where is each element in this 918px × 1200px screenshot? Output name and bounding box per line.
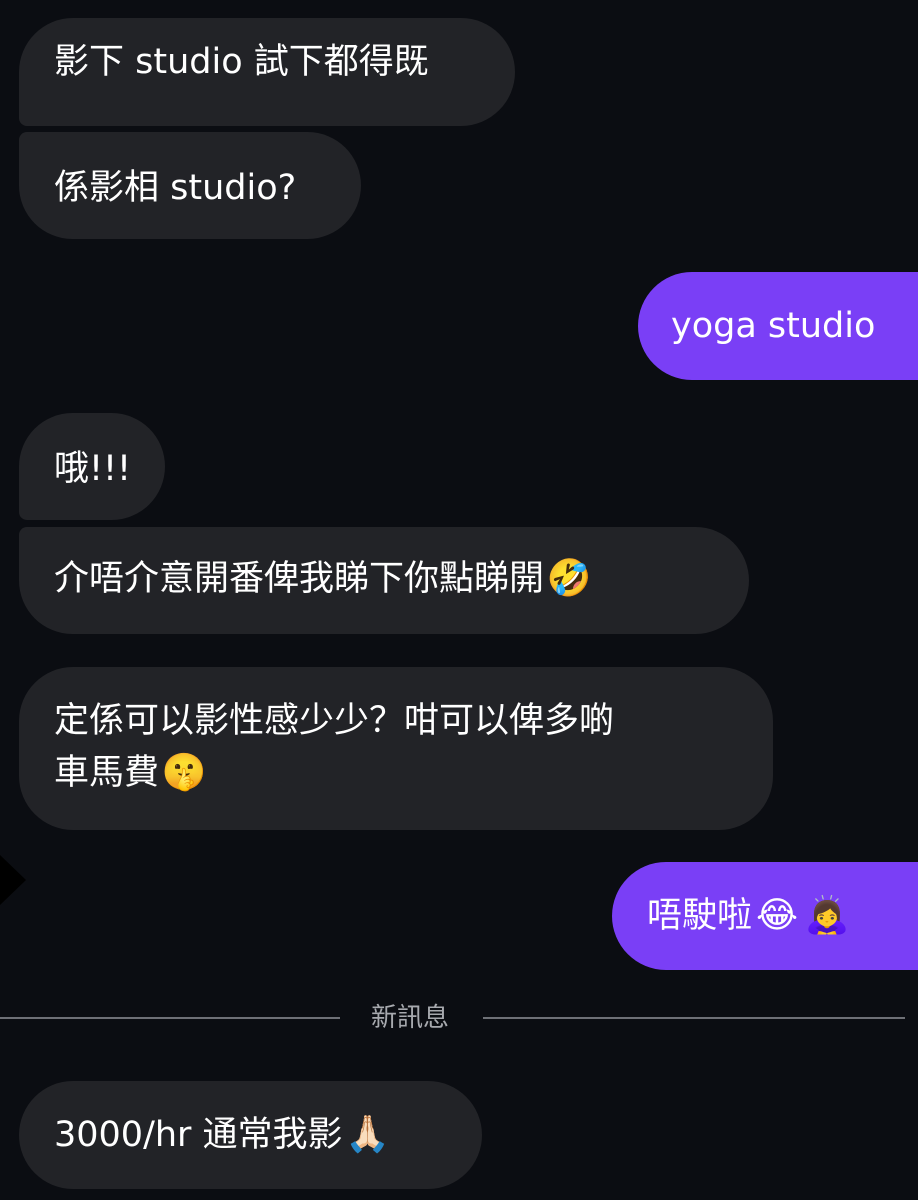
message-text-line: 定係可以影性感少少？咁可以俾多啲 <box>54 701 615 741</box>
tears-of-joy-emoji: 😂 <box>755 895 799 936</box>
message-bubble-incoming[interactable]: 介唔介意開番俾我睇下你點睇開🤣 <box>19 527 749 634</box>
folded-hands-emoji: 🙏🏻 <box>345 1114 390 1155</box>
message-text: 係影相 studio? <box>54 168 297 208</box>
divider-line-right <box>483 1017 905 1019</box>
message-bubble-outgoing[interactable]: 唔駛啦 😂 🙇‍♀️ <box>612 862 918 970</box>
message-bubble-incoming[interactable]: 係影相 studio? <box>19 132 361 239</box>
rofl-emoji: 🤣 <box>546 558 592 599</box>
message-text: 唔駛啦 <box>647 896 753 936</box>
message-bubble-incoming[interactable]: 3000/hr 通常我影🙏🏻 <box>19 1081 482 1189</box>
message-bubble-incoming[interactable]: 影下 studio 試下都得既 <box>19 18 515 126</box>
message-text: yoga studio <box>671 306 876 346</box>
divider-line-left <box>0 1017 340 1019</box>
message-bubble-outgoing[interactable]: yoga studio <box>638 272 918 380</box>
message-text: 3000/hr 通常我影 <box>54 1115 343 1155</box>
message-text-line: 車馬費🤫 <box>54 747 773 799</box>
message-text: 影下 studio 試下都得既 <box>54 42 429 82</box>
shushing-face-emoji: 🤫 <box>161 752 207 793</box>
message-text: 哦!!! <box>54 449 132 489</box>
partial-overlay-shape <box>0 855 26 905</box>
message-text: 介唔介意開番俾我睇下你點睇開 <box>54 559 545 599</box>
message-bubble-incoming[interactable]: 定係可以影性感少少？咁可以俾多啲 車馬費🤫 <box>19 667 773 830</box>
message-bubble-incoming[interactable]: 哦!!! <box>19 413 165 520</box>
divider-label: 新訊息 <box>370 1003 449 1033</box>
message-text: 車馬費 <box>54 753 160 793</box>
bowing-woman-emoji: 🙇‍♀️ <box>804 895 850 936</box>
